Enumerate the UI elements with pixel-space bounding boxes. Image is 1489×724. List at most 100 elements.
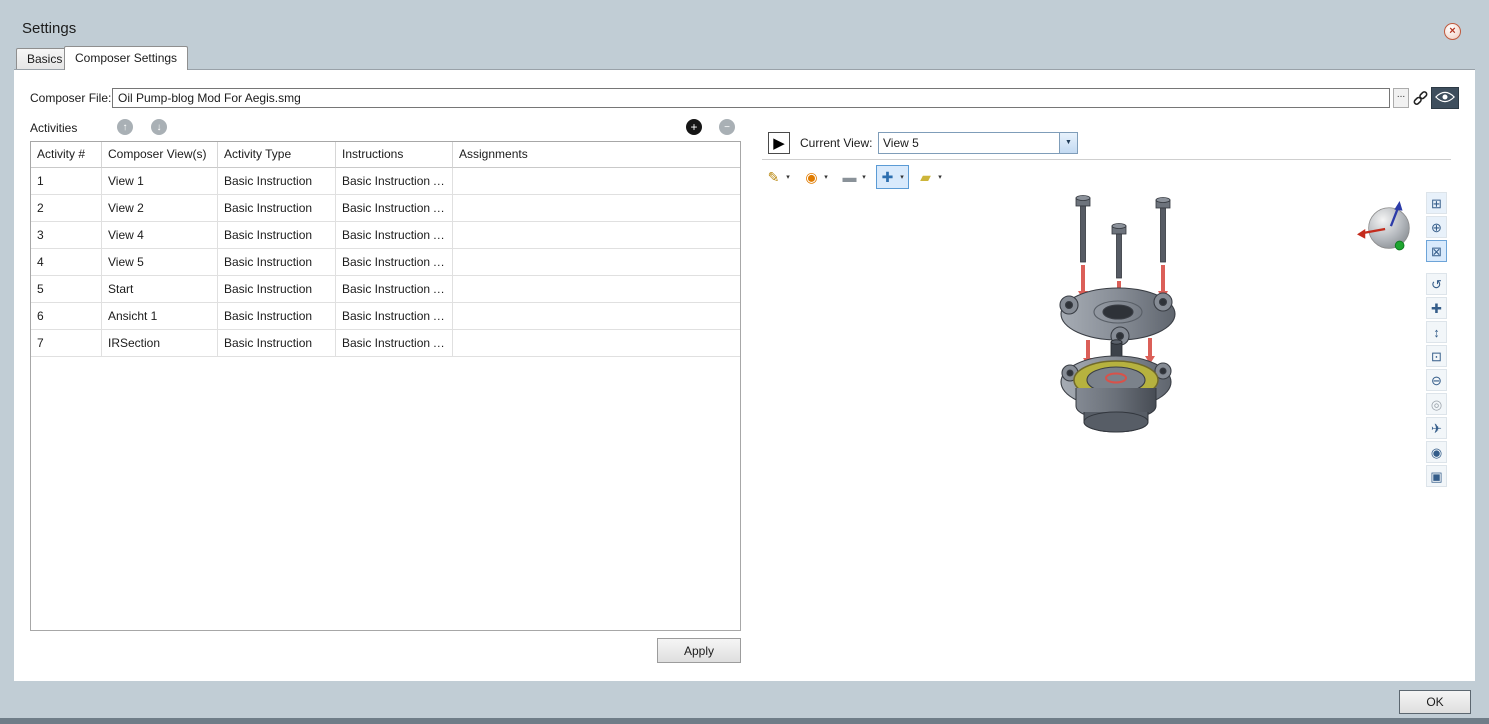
bolt — [1076, 196, 1170, 279]
composer-file-label: Composer File: — [30, 91, 111, 105]
table-row[interactable]: 1 View 1 Basic Instruction Basic Instruc… — [31, 168, 740, 195]
zoom-window-button[interactable]: ⊡ — [1426, 345, 1447, 367]
cell-assignments — [453, 195, 740, 222]
move-to-button[interactable]: ⊕ — [1426, 216, 1447, 238]
activities-table: Activity # Composer View(s) Activity Typ… — [30, 141, 741, 631]
current-view-label: Current View: — [800, 136, 872, 150]
table-row[interactable]: 7 IRSection Basic Instruction Basic Inst… — [31, 330, 740, 357]
draw-tool-button[interactable]: ✎ ▾ — [762, 165, 795, 189]
apply-button[interactable]: Apply — [657, 638, 741, 663]
oil-pump-model — [1030, 192, 1210, 437]
column-header-assignments[interactable]: Assignments — [453, 142, 740, 168]
cell-instructions: Basic Instruction A... — [336, 303, 453, 330]
cell-assignments — [453, 276, 740, 303]
magnifier-button[interactable]: ◎ — [1426, 393, 1447, 415]
composer-settings-panel: Composer File: ... Activiti — [14, 69, 1475, 681]
current-view-value: View 5 — [879, 133, 1059, 153]
cell-composer-view: View 4 — [102, 222, 218, 249]
table-row[interactable]: 2 View 2 Basic Instruction Basic Instruc… — [31, 195, 740, 222]
eraser-icon: ▬ — [840, 166, 859, 188]
column-header-instructions[interactable]: Instructions — [336, 142, 453, 168]
column-header-activity-type[interactable]: Activity Type — [218, 142, 336, 168]
chevron-down-icon[interactable]: ▾ — [897, 173, 907, 181]
remove-activity-button[interactable]: − — [719, 119, 735, 135]
link-icon — [1413, 95, 1428, 109]
highlight-tool-button[interactable]: ◉ ▾ — [800, 165, 833, 189]
move-icon: ✚ — [878, 166, 897, 188]
move-activity-down-button[interactable]: ↓ — [151, 119, 167, 135]
chevron-down-icon[interactable]: ▾ — [783, 173, 793, 181]
window-title: Settings — [22, 20, 76, 37]
tab-composer-settings[interactable]: Composer Settings — [64, 46, 188, 70]
cell-composer-view: View 2 — [102, 195, 218, 222]
cell-composer-view: IRSection — [102, 330, 218, 357]
move-activity-up-button[interactable]: ↑ — [117, 119, 133, 135]
current-view-combobox[interactable]: View 5 ▼ — [878, 132, 1078, 154]
zoom-button[interactable]: ↕ — [1426, 321, 1447, 343]
browse-button[interactable]: ... — [1393, 88, 1409, 108]
table-row[interactable]: 5 Start Basic Instruction Basic Instruct… — [31, 276, 740, 303]
cell-assignments — [453, 249, 740, 276]
orbit-button[interactable]: ↺ — [1426, 273, 1447, 295]
align-camera-button[interactable]: ⊠ — [1426, 240, 1447, 262]
orientation-sphere[interactable] — [1357, 199, 1419, 264]
cell-activity-number: 1 — [31, 168, 102, 195]
move-tool-button[interactable]: ✚ ▾ — [876, 165, 909, 189]
snapshot-button[interactable]: ▣ — [1426, 465, 1447, 487]
settings-window: Settings × Basics Composer Settings Comp… — [0, 0, 1489, 724]
cell-activity-number: 4 — [31, 249, 102, 276]
link-file-button[interactable] — [1411, 88, 1429, 108]
cell-instructions: Basic Instruction A... — [336, 222, 453, 249]
table-header-row: Activity # Composer View(s) Activity Typ… — [31, 142, 740, 168]
cell-instructions: Basic Instruction A... — [336, 195, 453, 222]
activities-label: Activities — [30, 121, 77, 135]
cell-instructions: Basic Instruction A... — [336, 168, 453, 195]
chevron-down-icon[interactable]: ▾ — [859, 173, 869, 181]
composer-file-input[interactable] — [112, 88, 1390, 108]
cell-activity-type: Basic Instruction — [218, 195, 336, 222]
look-at-button[interactable]: ◉ — [1426, 441, 1447, 463]
fill-tool-button[interactable]: ▰ ▾ — [914, 165, 947, 189]
pump-base — [1076, 388, 1156, 432]
table-row[interactable]: 4 View 5 Basic Instruction Basic Instruc… — [31, 249, 740, 276]
axis-y-green — [1395, 241, 1404, 250]
add-activity-button[interactable]: + — [686, 119, 702, 135]
play-button[interactable]: ▶ — [768, 132, 790, 154]
preview-button[interactable] — [1431, 87, 1459, 109]
cell-assignments — [453, 330, 740, 357]
cell-instructions: Basic Instruction A... — [336, 330, 453, 357]
3d-viewport[interactable] — [1030, 192, 1210, 440]
viewer-toolbar: ✎ ▾ ◉ ▾ ▬ ▾ ✚ ▾ ▰ ▾ — [762, 165, 947, 189]
column-header-composer-views[interactable]: Composer View(s) — [102, 142, 218, 168]
ok-button[interactable]: OK — [1399, 690, 1471, 714]
cell-instructions: Basic Instruction A... — [336, 249, 453, 276]
window-bottom-edge — [0, 718, 1489, 724]
cell-assignments — [453, 303, 740, 330]
pan-button[interactable]: ✚ — [1426, 297, 1447, 319]
cell-activity-number: 3 — [31, 222, 102, 249]
cell-assignments — [453, 222, 740, 249]
cell-activity-type: Basic Instruction — [218, 276, 336, 303]
table-row[interactable]: 6 Ansicht 1 Basic Instruction Basic Inst… — [31, 303, 740, 330]
highlight-icon: ◉ — [802, 166, 821, 188]
cell-activity-type: Basic Instruction — [218, 330, 336, 357]
combo-dropdown-icon[interactable]: ▼ — [1059, 133, 1077, 153]
close-icon[interactable]: × — [1444, 23, 1461, 40]
toolbar-gap — [1426, 264, 1448, 273]
cell-composer-view: View 5 — [102, 249, 218, 276]
chevron-down-icon[interactable]: ▾ — [821, 173, 831, 181]
cell-activity-type: Basic Instruction — [218, 222, 336, 249]
reset-camera-button[interactable]: ⊞ — [1426, 192, 1447, 214]
cell-composer-view: Ansicht 1 — [102, 303, 218, 330]
table-row[interactable]: 3 View 4 Basic Instruction Basic Instruc… — [31, 222, 740, 249]
cell-activity-type: Basic Instruction — [218, 249, 336, 276]
fly-through-button[interactable]: ✈ — [1426, 417, 1447, 439]
column-header-activity-number[interactable]: Activity # — [31, 142, 102, 168]
cell-activity-type: Basic Instruction — [218, 168, 336, 195]
chevron-down-icon[interactable]: ▾ — [935, 173, 945, 181]
zoom-fit-button[interactable]: ⊖ — [1426, 369, 1447, 391]
cell-assignments — [453, 168, 740, 195]
eraser-tool-button[interactable]: ▬ ▾ — [838, 165, 871, 189]
cell-activity-number: 2 — [31, 195, 102, 222]
triad-icon — [1357, 199, 1419, 261]
